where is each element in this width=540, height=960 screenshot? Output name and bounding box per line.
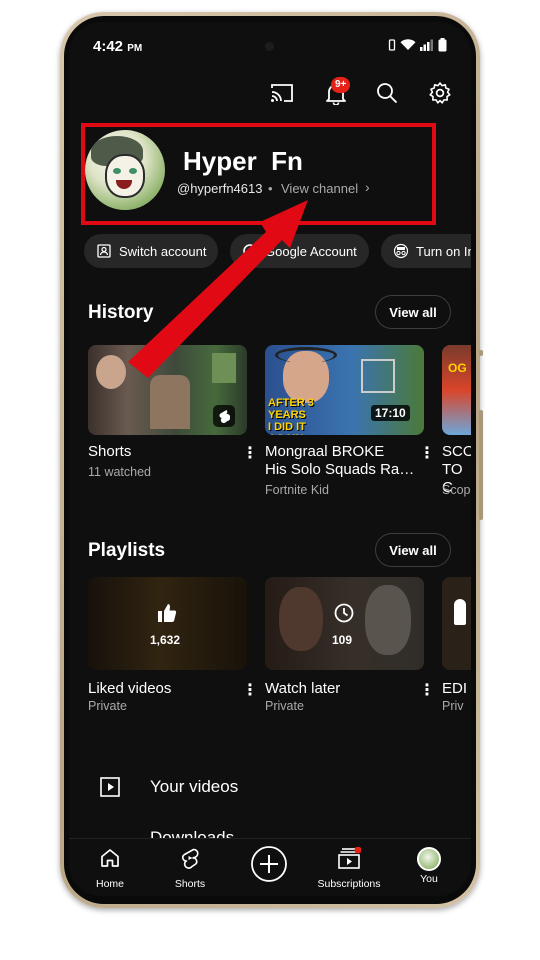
- thumbnail-figure: [212, 353, 236, 383]
- vibrate-icon: [388, 39, 396, 51]
- nav-label: Shorts: [174, 878, 206, 890]
- history-thumbnail-video[interactable]: AFTER 3 YEARS I DID IT AGAIN… 17:10: [265, 345, 424, 435]
- playlist-sub: Priv: [442, 699, 464, 713]
- phone-volume-button: [479, 410, 483, 520]
- wifi-icon: [400, 39, 416, 50]
- nav-home[interactable]: Home: [75, 847, 145, 890]
- playlist-title[interactable]: EDI: [442, 680, 467, 698]
- history-thumbnail-partial[interactable]: OG: [442, 345, 471, 435]
- playlist-sub: Private: [265, 699, 304, 713]
- thumbnail-face: [96, 355, 126, 389]
- thumbnail-figure: [150, 375, 190, 429]
- play-square-icon: [100, 777, 120, 797]
- shorts-icon: [182, 848, 199, 869]
- thumbnail-overlay: [88, 577, 247, 670]
- more-vert-icon[interactable]: ⋮: [419, 443, 435, 463]
- thumbnail-caption: AFTER 3 YEARS I DID IT AGAIN…: [268, 397, 314, 435]
- google-icon: [243, 244, 257, 258]
- gear-icon: [429, 82, 451, 104]
- playlist-title[interactable]: Watch later: [265, 680, 340, 698]
- playlist-thumbnail-partial[interactable]: [442, 577, 471, 670]
- create-plus-icon: [251, 846, 287, 882]
- thumbnail-logo: [454, 599, 466, 625]
- more-vert-icon[interactable]: ⋮: [242, 680, 258, 700]
- nav-subscriptions[interactable]: Subscriptions: [314, 846, 384, 890]
- history-thumbnail-shorts[interactable]: [88, 345, 247, 435]
- search-button[interactable]: [372, 78, 402, 108]
- screen: 4:42 PM 9+ Hyper Fn @hyperfn4613 • View …: [69, 22, 471, 896]
- history-item-title[interactable]: Mongraal BROKE His Solo Squads Ra…: [265, 443, 417, 479]
- battery-icon: [438, 38, 447, 52]
- history-item-title[interactable]: Shorts: [88, 443, 131, 461]
- clock-icon: [334, 603, 354, 623]
- thumbs-up-icon: [158, 604, 177, 622]
- playlists-view-all-button[interactable]: View all: [375, 533, 451, 567]
- home-icon: [101, 849, 119, 867]
- menu-label: Your videos: [150, 777, 239, 796]
- phone-side-button: [479, 350, 483, 356]
- nav-label: Home: [95, 878, 124, 890]
- history-title: History: [88, 302, 154, 323]
- chip-label: Switch account: [119, 243, 207, 259]
- nav-shorts[interactable]: Shorts: [155, 847, 225, 890]
- thumbnail-build: [361, 359, 395, 393]
- cast-button[interactable]: [267, 78, 297, 108]
- shorts-badge: [213, 405, 235, 427]
- thumbnail-overlay: [265, 577, 424, 670]
- switch-account-chip[interactable]: Switch account: [84, 234, 219, 268]
- settings-button[interactable]: [425, 78, 455, 108]
- notification-badge: 9+: [331, 77, 351, 93]
- switch-account-icon: [97, 244, 111, 258]
- system-icons: [388, 38, 447, 52]
- your-videos-row[interactable]: Your videos: [69, 767, 471, 807]
- subscriptions-icon: [338, 846, 362, 869]
- incognito-icon: [393, 243, 409, 259]
- thumbnail-caption: OG: [448, 361, 467, 375]
- watch-later-thumbnail[interactable]: 109: [265, 577, 424, 670]
- playlists-title: Playlists: [88, 540, 166, 561]
- status-bar: 4:42 PM: [69, 22, 471, 68]
- liked-count: 1,632: [150, 633, 181, 647]
- history-item-sub: Scop: [442, 483, 471, 497]
- thumbnail-headset: [275, 347, 337, 363]
- history-view-all-button[interactable]: View all: [375, 295, 451, 329]
- chip-label: Google Account: [265, 243, 357, 259]
- cast-icon: [271, 84, 293, 102]
- history-item-sub: 11 watched: [88, 465, 152, 479]
- history-item-sub: Fortnite Kid: [265, 483, 329, 497]
- more-vert-icon[interactable]: ⋮: [419, 680, 435, 700]
- chip-label: Turn on In: [416, 243, 471, 259]
- shorts-icon: [219, 410, 230, 423]
- google-account-chip[interactable]: Google Account: [230, 234, 369, 268]
- more-vert-icon[interactable]: ⋮: [242, 443, 258, 463]
- incognito-chip[interactable]: Turn on In: [381, 234, 471, 268]
- video-duration: 17:10: [371, 405, 410, 421]
- status-time: 4:42 PM: [93, 38, 143, 55]
- annotation-highlight-box: [81, 123, 436, 225]
- bottom-nav: Home Shorts Subscriptions You: [69, 838, 471, 896]
- you-avatar-icon: [417, 847, 441, 871]
- nav-create[interactable]: [234, 845, 304, 888]
- search-icon: [377, 83, 398, 104]
- watch-later-count: 109: [332, 633, 353, 647]
- nav-you[interactable]: You: [394, 847, 464, 885]
- playlist-sub: Private: [88, 699, 127, 713]
- playlist-title[interactable]: Liked videos: [88, 680, 171, 698]
- nav-label: You: [420, 873, 438, 885]
- front-camera: [265, 42, 274, 51]
- liked-videos-thumbnail[interactable]: 1,632: [88, 577, 247, 670]
- nav-label: Subscriptions: [317, 878, 381, 890]
- signal-icon: [420, 39, 433, 51]
